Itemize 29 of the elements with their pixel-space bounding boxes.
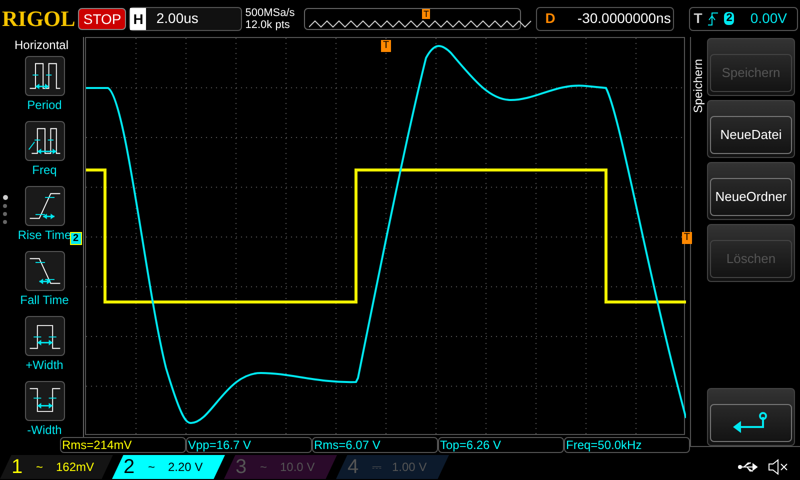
timebase-field[interactable]: H 2.00us bbox=[129, 6, 242, 30]
trigger-level-marker[interactable]: T bbox=[682, 232, 692, 244]
trigger-position-marker[interactable]: T bbox=[381, 40, 392, 52]
run-state[interactable]: STOP bbox=[78, 8, 126, 30]
sample-rate: 500MSa/s bbox=[245, 6, 296, 18]
measurement-reading: Rms=214mV bbox=[60, 437, 186, 453]
usb-icon bbox=[738, 461, 760, 473]
softkey-button[interactable]: NeueDatei bbox=[707, 100, 795, 158]
muted-speaker-icon bbox=[768, 459, 788, 475]
memory-depth: 12.0k pts bbox=[245, 18, 291, 30]
measure-button[interactable]: Period bbox=[8, 56, 80, 121]
trigger-field[interactable]: T 2 0.00V bbox=[688, 6, 798, 30]
back-button[interactable] bbox=[707, 388, 795, 446]
measure-button[interactable]: +Width bbox=[8, 316, 80, 381]
measure-button[interactable]: Fall Time bbox=[8, 251, 80, 316]
channel-tab[interactable]: 1 ~ 162mV bbox=[0, 455, 113, 479]
measurement-reading: Freq=50.0kHz bbox=[564, 437, 690, 453]
measurement-reading: Vpp=16.7 V bbox=[186, 437, 312, 453]
measurement-reading: Top=6.26 V bbox=[438, 437, 564, 453]
channel-offset-marker[interactable]: 2 bbox=[70, 232, 82, 245]
brand-logo: RIGOL bbox=[2, 5, 76, 33]
menu-title: Horizontal bbox=[14, 37, 69, 53]
menu-title: Speichern bbox=[691, 58, 705, 116]
channel-tab[interactable]: 2 ~ 2.20 V bbox=[112, 455, 225, 479]
measure-button[interactable]: Freq bbox=[8, 121, 80, 186]
delay-field[interactable]: D -30.0000000ns bbox=[536, 6, 674, 30]
rising-edge-icon bbox=[708, 12, 718, 26]
softkey-button[interactable]: NeueOrdner bbox=[707, 162, 795, 220]
measurement-reading: Rms=6.07 V bbox=[312, 437, 438, 453]
